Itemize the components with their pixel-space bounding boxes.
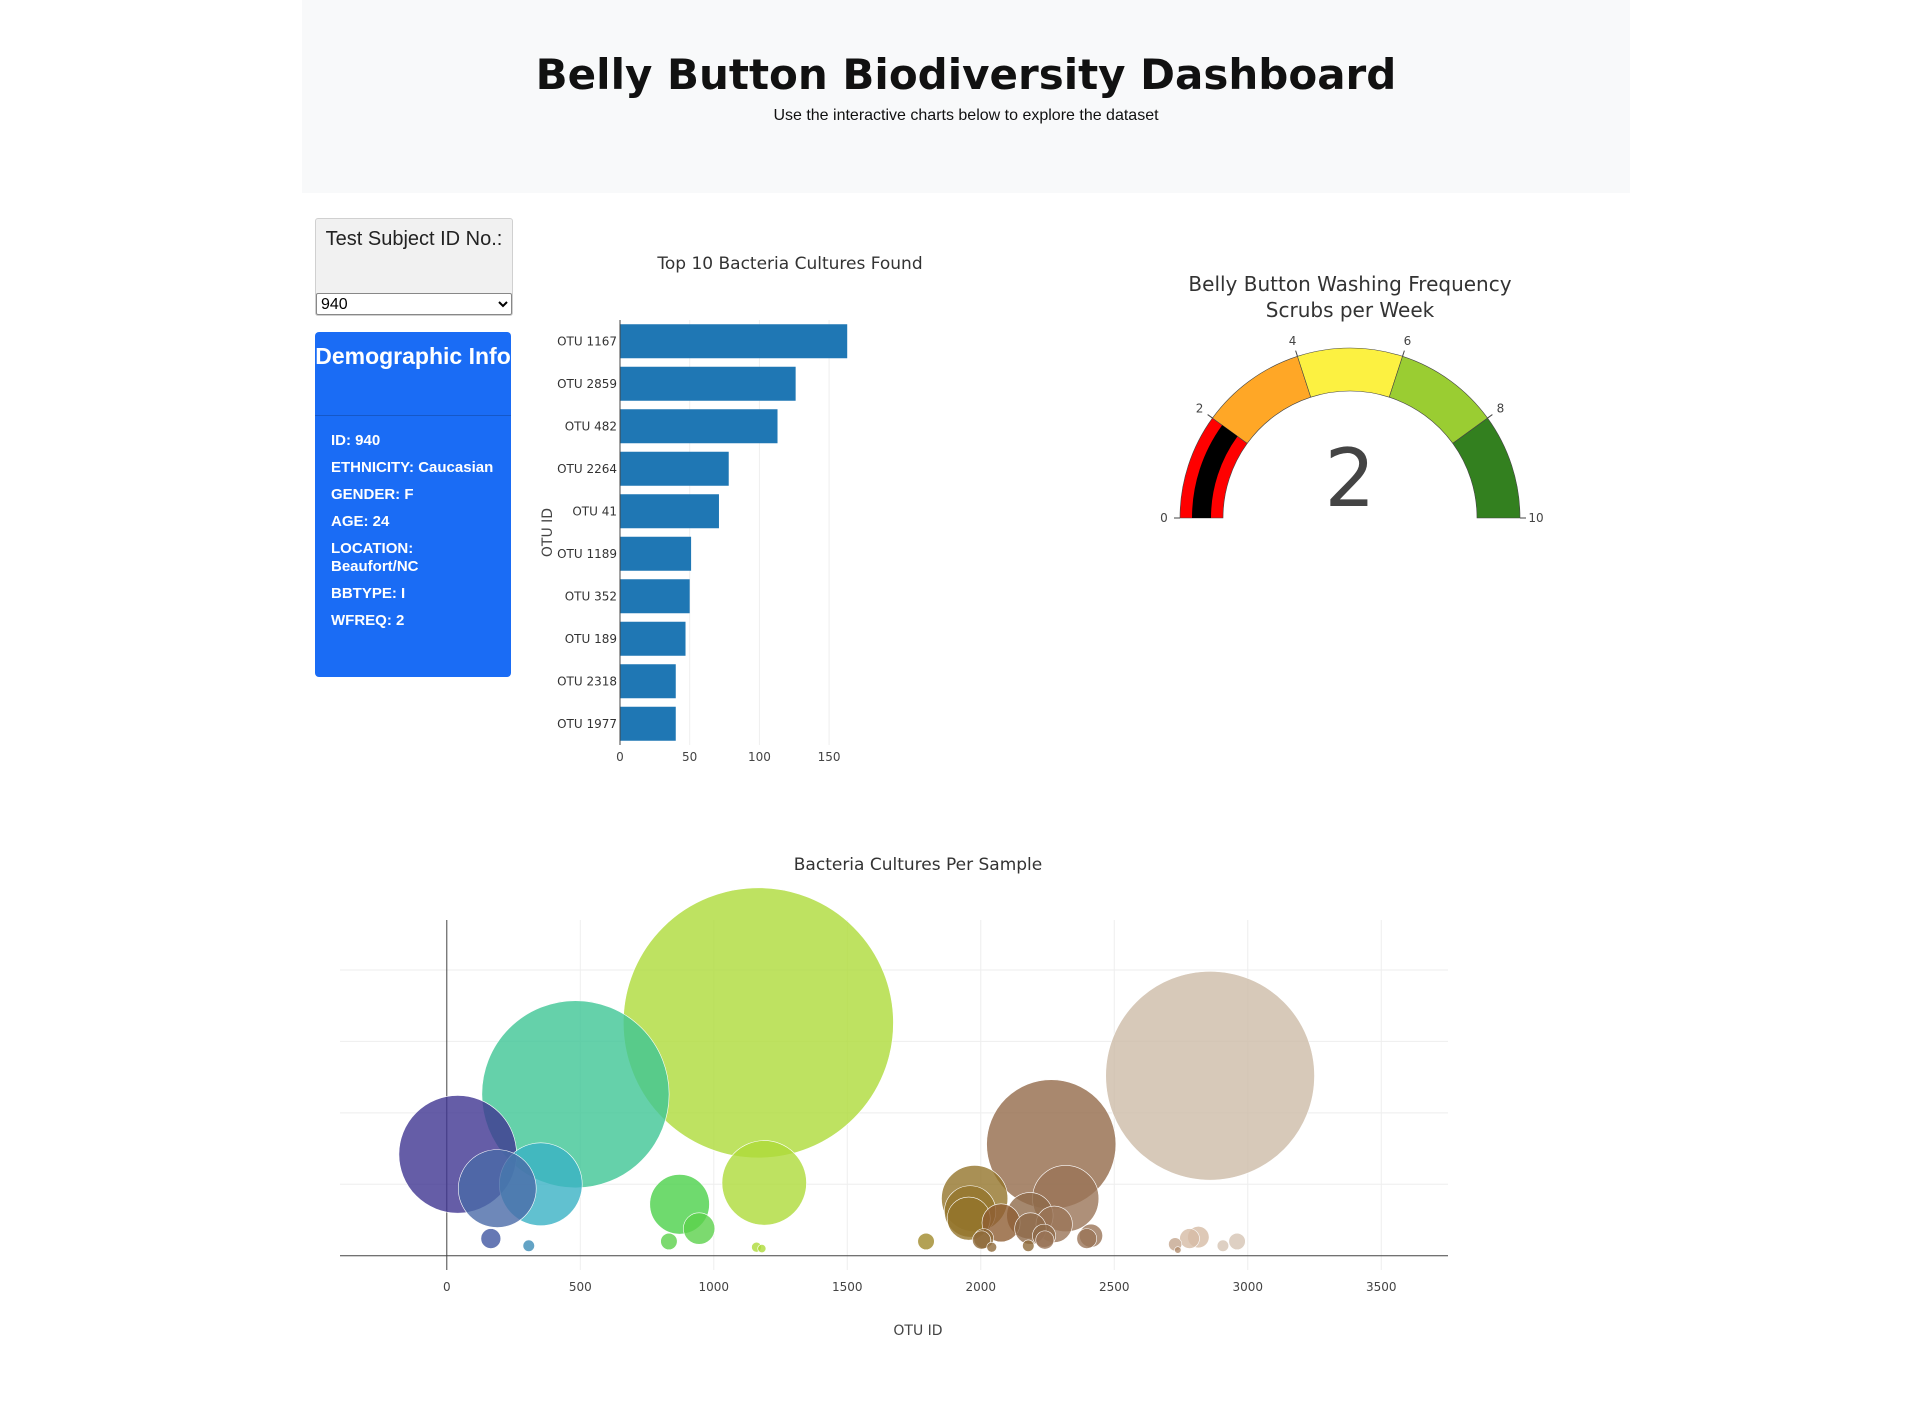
bar[interactable] [620,579,690,614]
bar[interactable] [620,536,692,571]
bubble-x-tick: 1500 [832,1280,863,1294]
demo-item-id: ID: 940 [331,432,381,449]
wash-frequency-gauge[interactable]: Belly Button Washing FrequencyScrubs per… [1130,265,1550,545]
gauge-tick-label: 0 [1160,511,1168,525]
bar-y-tick: OTU 1189 [557,547,617,561]
bubble-point[interactable] [1076,1228,1098,1249]
gauge-tick [1487,414,1493,419]
bubble-x-tick: 3000 [1232,1280,1263,1294]
bar[interactable] [620,494,719,529]
demographic-info-title: Demographic Info [315,332,511,416]
gauge-tick-label: 6 [1404,334,1412,348]
bar-y-tick: OTU 41 [572,504,617,518]
gauge-tick-label: 8 [1497,402,1505,416]
bar-y-tick: OTU 482 [565,419,617,433]
demo-item-location: LOCATION: Beaufort/NC [331,540,419,575]
bar[interactable] [620,706,676,741]
page-title: Belly Button Biodiversity Dashboard [535,50,1397,99]
bar[interactable] [620,621,686,656]
bubble-x-tick: 3500 [1366,1280,1397,1294]
demo-item-gender: GENDER: F [331,486,414,503]
page-subtitle: Use the interactive charts below to expl… [773,107,1159,124]
gauge-subtitle: Scrubs per Week [1266,298,1435,322]
bubble-point[interactable] [1216,1239,1230,1252]
bar-x-tick: 0 [616,750,624,764]
subject-selector-label: Test Subject ID No.: [325,228,503,250]
gauge-value: 2 [1325,432,1376,525]
bubble-point[interactable] [660,1232,678,1251]
bar[interactable] [620,366,796,401]
bubble-x-tick: 2000 [965,1280,996,1294]
bar[interactable] [620,409,778,444]
gauge-tick-label: 10 [1528,511,1543,525]
bar-y-tick: OTU 189 [565,632,617,646]
demo-item-bbtype: BBTYPE: I [331,585,406,602]
bar-x-tick: 100 [748,750,771,764]
bubble-point[interactable] [480,1228,502,1249]
bar-y-axis-label: OTU ID [540,508,556,557]
bubble-x-tick: 500 [569,1280,592,1294]
top10-bar-chart[interactable]: Top 10 Bacteria Cultures Found 0 50 100 150 O… [520,240,970,770]
bubble-point[interactable] [986,1241,997,1253]
bar-y-tick: OTU 2318 [557,674,617,688]
bar-y-tick: OTU 2859 [557,377,617,391]
demographic-info-list: ID: 940 ETHNICITY: Caucasian GENDER: F A… [315,416,511,630]
bubble-chart[interactable]: Bacteria Cultures Per Sample 0 500 1000 1500… [340,840,1470,1410]
bubble-x-tick: 2500 [1099,1280,1130,1294]
bubble-point[interactable] [1179,1228,1200,1249]
gauge-tick-label: 2 [1196,402,1204,416]
gauge-tick [1207,414,1213,419]
bubble-point[interactable] [1228,1232,1246,1251]
bubble-point[interactable] [1174,1246,1182,1254]
gauge-tick [1295,350,1298,357]
demo-item-wfreq: WFREQ: 2 [331,612,405,629]
subject-id-select[interactable]: 940 [316,293,512,315]
bubble-chart-title: Bacteria Cultures Per Sample [794,855,1042,875]
bubble-point[interactable] [721,1140,807,1226]
bubble-x-axis-label: OTU ID [893,1323,942,1339]
bar[interactable] [620,664,676,699]
bar-y-tick: OTU 1977 [557,717,617,731]
header-jumbotron: Belly Button Biodiversity Dashboard Use … [302,0,1630,193]
bar-y-tick: OTU 352 [565,589,617,603]
bubble-point[interactable] [683,1212,716,1245]
bubble-point[interactable] [917,1232,935,1251]
subject-selector-card: Test Subject ID No.: 940 [315,218,513,316]
bubble-point[interactable] [458,1149,537,1228]
demo-item-age: AGE: 24 [331,513,390,530]
gauge-title: Belly Button Washing Frequency [1188,272,1511,296]
bubble-point[interactable] [1105,971,1315,1181]
gauge-step [1297,347,1403,398]
bubble-point[interactable] [757,1244,767,1254]
bubble-x-tick: 0 [443,1280,451,1294]
bar[interactable] [620,451,729,486]
bar-y-tick: OTU 2264 [557,462,617,476]
bar[interactable] [620,324,848,359]
bar-y-tick: OTU 1167 [557,334,617,348]
bubble-point[interactable] [522,1239,535,1252]
bubble-point[interactable] [1035,1230,1055,1250]
bubble-x-tick: 1000 [699,1280,730,1294]
bar-x-tick: 50 [682,750,697,764]
demo-item-ethnicity: ETHNICITY: Caucasian [331,459,494,476]
gauge-tick-label: 4 [1289,334,1297,348]
bubble-point[interactable] [1022,1239,1035,1252]
gauge-tick [1402,350,1405,357]
demographic-info-card: Demographic Info ID: 940 ETHNICITY: Cauc… [315,332,511,677]
bar-x-tick: 150 [818,750,841,764]
bar-chart-title: Top 10 Bacteria Cultures Found [656,254,922,274]
